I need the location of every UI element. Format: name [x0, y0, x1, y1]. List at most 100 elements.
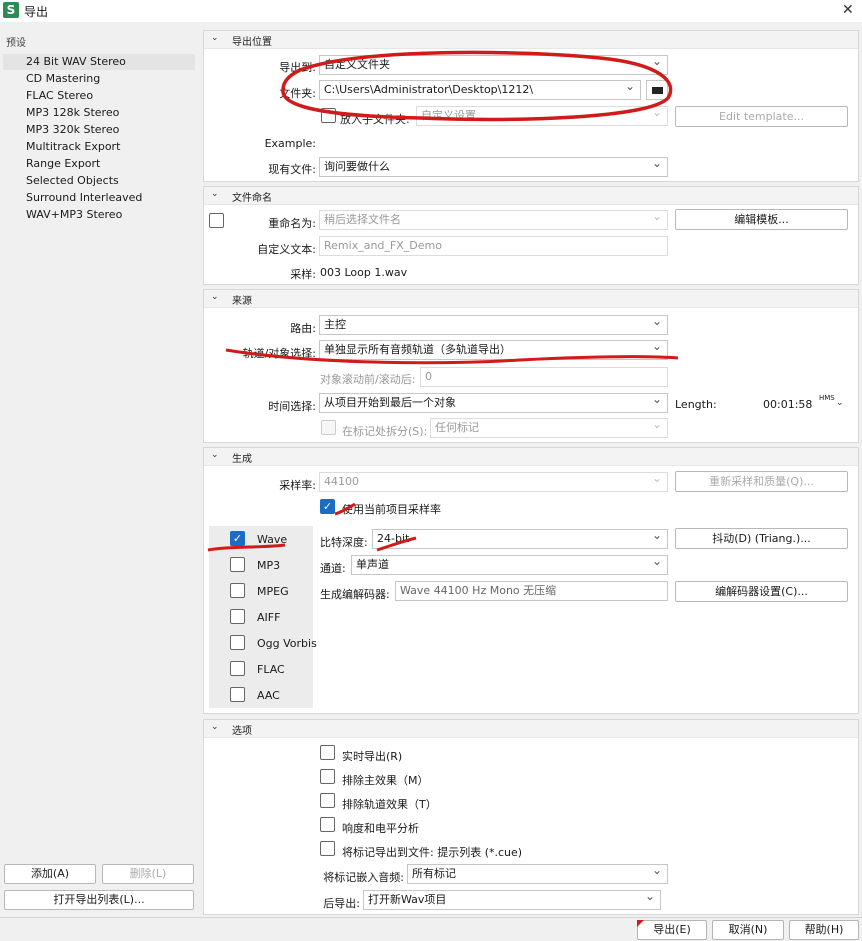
subfolder-dropdown[interactable]: 自定义设置	[416, 106, 668, 126]
format-checkbox[interactable]	[230, 635, 245, 650]
example-label: Example:	[264, 137, 316, 150]
track-selection-label: 轨道/对象选择:	[242, 347, 316, 360]
time-selection-label: 时间选择:	[268, 400, 316, 413]
format-label: FLAC	[257, 663, 285, 676]
format-checkbox[interactable]	[230, 609, 245, 624]
scroll-label: 对象滚动前/滚动后:	[320, 373, 416, 386]
edit-naming-template-button[interactable]: 编辑模板...	[675, 209, 848, 230]
section-source-title: 来源	[232, 296, 252, 307]
export-to-dropdown[interactable]: 自定义文件夹	[319, 55, 668, 75]
dither-button[interactable]: 抖动(D) (Triang.)...	[675, 528, 848, 549]
option-label: 响度和电平分析	[342, 822, 419, 835]
preset-item[interactable]: Surround Interleaved	[3, 190, 195, 206]
section-location-header[interactable]	[204, 31, 858, 49]
app-icon: S	[3, 2, 19, 18]
split-markers-checkbox[interactable]	[321, 420, 336, 435]
section-options-header[interactable]	[204, 720, 858, 738]
post-export-dropdown[interactable]: 打开新Wav项目	[363, 890, 661, 910]
existing-files-label: 现有文件:	[268, 163, 316, 176]
bit-depth-dropdown[interactable]: 24-bit	[372, 529, 668, 549]
embed-markers-label: 将标记嵌入音频:	[323, 871, 404, 884]
existing-files-dropdown[interactable]: 询问要做什么	[319, 157, 668, 177]
preset-item[interactable]: Multitrack Export	[3, 139, 195, 155]
cancel-button[interactable]: 取消(N)	[712, 920, 784, 940]
route-label: 路由:	[290, 322, 316, 335]
browse-folder-button[interactable]	[646, 80, 668, 100]
subfolder-checkbox[interactable]	[321, 108, 336, 123]
format-label: MPEG	[257, 585, 289, 598]
preset-item[interactable]: Range Export	[3, 156, 195, 172]
rename-checkbox[interactable]	[209, 213, 224, 228]
section-location-title: 导出位置	[232, 37, 272, 48]
option-checkbox[interactable]	[320, 841, 335, 856]
format-checkbox[interactable]	[230, 661, 245, 676]
use-project-rate-label: 使用当前项目采样率	[342, 503, 441, 516]
preset-item[interactable]: Selected Objects	[3, 173, 195, 189]
section-naming-title: 文件命名	[232, 193, 272, 204]
edit-template-button[interactable]: Edit template...	[675, 106, 848, 127]
section-naming-header[interactable]	[204, 187, 858, 205]
option-checkbox[interactable]	[320, 793, 335, 808]
time-selection-dropdown[interactable]: 从项目开始到最后一个对象	[319, 393, 668, 413]
format-checkbox[interactable]	[230, 687, 245, 702]
custom-text-input[interactable]: Remix_and_FX_Demo	[319, 236, 668, 256]
split-markers-label: 在标记处拆分(S):	[342, 425, 428, 438]
sample-rate-label: 采样率:	[279, 479, 316, 492]
route-dropdown[interactable]: 主控	[319, 315, 668, 335]
chevron-down-icon: ⌄	[211, 33, 219, 43]
preset-item[interactable]: MP3 128k Stereo	[3, 105, 195, 121]
time-format-toggle[interactable]: HMS	[819, 394, 835, 402]
sample-rate-dropdown[interactable]: 44100	[319, 472, 668, 492]
chevron-down-icon[interactable]: ⌄	[836, 398, 844, 408]
format-checkbox[interactable]	[230, 583, 245, 598]
option-checkbox[interactable]	[320, 745, 335, 760]
scroll-input[interactable]: 0	[420, 367, 668, 387]
close-icon[interactable]: ✕	[842, 2, 854, 18]
preset-item[interactable]: CD Mastering	[3, 71, 195, 87]
presets-heading: 预设	[6, 38, 26, 49]
channel-dropdown[interactable]: 单声道	[351, 555, 668, 575]
export-button[interactable]: 导出(E)	[637, 920, 707, 940]
preset-item[interactable]: WAV+MP3 Stereo	[3, 207, 195, 223]
embed-markers-dropdown[interactable]: 所有标记	[407, 864, 668, 884]
help-button[interactable]: 帮助(H)	[789, 920, 859, 940]
format-checkbox[interactable]	[230, 557, 245, 572]
codec-value-field: Wave 44100 Hz Mono 无压缩	[395, 581, 668, 601]
delete-preset-button[interactable]: 删除(L)	[102, 864, 194, 884]
format-label: Ogg Vorbis	[257, 637, 317, 650]
rename-dropdown[interactable]: 稍后选择文件名	[319, 210, 668, 230]
export-to-label: 导出到:	[279, 61, 316, 74]
split-markers-dropdown[interactable]: 任何标记	[430, 418, 668, 438]
use-project-rate-checkbox[interactable]: ✓	[320, 499, 335, 514]
codec-settings-button[interactable]: 编解码器设置(C)...	[675, 581, 848, 602]
chevron-down-icon: ⌄	[211, 450, 219, 460]
window-title: 导出	[24, 5, 49, 19]
add-preset-button[interactable]: 添加(A)	[4, 864, 96, 884]
option-label: 实时导出(R)	[342, 750, 403, 763]
option-checkbox[interactable]	[320, 769, 335, 784]
chevron-down-icon: ⌄	[211, 189, 219, 199]
preset-item[interactable]: MP3 320k Stereo	[3, 122, 195, 138]
format-label: Wave	[257, 533, 288, 546]
option-label: 将标记导出到文件: 提示列表 (*.cue)	[342, 846, 523, 859]
custom-text-label: 自定义文本:	[257, 243, 316, 256]
section-generate-header[interactable]	[204, 448, 858, 466]
option-label: 排除轨道效果（T）	[342, 798, 437, 811]
codec-label: 生成编解码器:	[320, 588, 390, 601]
format-checkbox[interactable]: ✓	[230, 531, 245, 546]
default-indicator	[637, 920, 644, 927]
post-export-label: 后导出:	[323, 897, 360, 910]
format-label: MP3	[257, 559, 281, 572]
folder-path-dropdown[interactable]: C:\Users\Administrator\Desktop\1212\	[319, 80, 641, 100]
track-selection-dropdown[interactable]: 单独显示所有音频轨道（多轨道导出）	[319, 340, 668, 360]
folder-icon	[652, 87, 663, 94]
sample-value: 003 Loop 1.wav	[320, 266, 408, 279]
preset-item[interactable]: 24 Bit WAV Stereo	[3, 54, 195, 70]
preset-item[interactable]: FLAC Stereo	[3, 88, 195, 104]
resample-quality-button[interactable]: 重新采样和质量(Q)...	[675, 471, 848, 492]
option-checkbox[interactable]	[320, 817, 335, 832]
open-export-list-button[interactable]: 打开导出列表(L)...	[4, 890, 194, 910]
section-source-header[interactable]	[204, 290, 858, 308]
section-options	[203, 719, 859, 915]
length-label: Length:	[675, 398, 717, 411]
